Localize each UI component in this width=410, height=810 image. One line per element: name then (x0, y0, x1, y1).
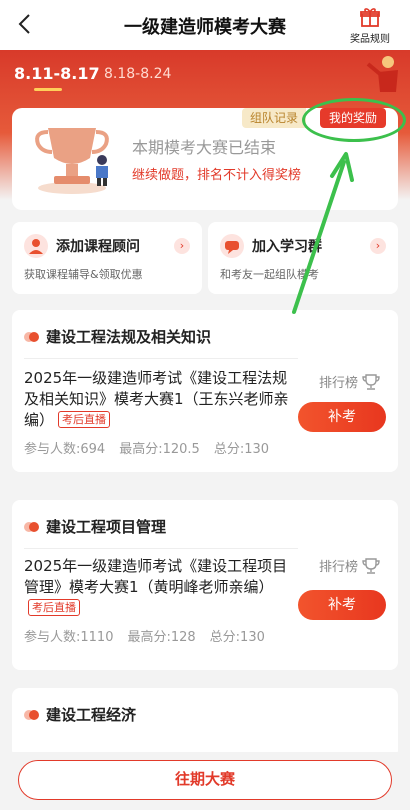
add-advisor-card[interactable]: 添加课程顾问 获取课程辅导&领取优惠 › (12, 222, 202, 294)
live-tag: 考后直播 (58, 411, 111, 428)
continue-practice-text: 继续做题，排名不计入得奖榜 (132, 168, 302, 183)
banner-figure-icon (366, 56, 398, 92)
exam-stats: 参与人数:1110 最高分:128 总分:130 (24, 626, 279, 645)
subject-card-management: 建设工程项目管理 2025年一级建造师考试《建设工程项目管理》模考大赛1（黄明峰… (12, 500, 398, 670)
chevron-right-icon: › (370, 238, 386, 254)
past-contests-button[interactable]: 往期大赛 (18, 760, 392, 800)
high-score: 最高分:120.5 (119, 442, 200, 457)
exam-title-text: 2025年一级建造师考试《建设工程项目管理》模考大赛1（黄明峰老师亲编） (24, 557, 288, 596)
tab-week-2[interactable]: 8.18-8.24 (104, 66, 171, 82)
gift-icon (360, 8, 380, 27)
participants: 参与人数:694 (24, 442, 106, 457)
live-tag: 考后直播 (28, 599, 80, 616)
participants: 参与人数:1110 (24, 630, 114, 645)
makeup-exam-button[interactable]: 补考 (298, 590, 386, 620)
subject-dot-icon (24, 708, 40, 722)
advisor-icon (24, 234, 48, 258)
prize-rules-button[interactable]: 奖品规则 (344, 6, 396, 45)
highlight-circle (302, 98, 406, 142)
leaderboard-link[interactable]: 排行榜 (319, 372, 380, 391)
exam-ended-text: 本期模考大赛已结束 (132, 138, 277, 157)
trophy-outline-icon (362, 558, 380, 574)
leaderboard-label: 排行榜 (318, 560, 358, 575)
trophy-icon (35, 128, 109, 194)
total-score: 总分:130 (209, 630, 265, 645)
divider (24, 358, 298, 359)
trophy-outline-icon (362, 374, 380, 390)
divider (24, 548, 298, 549)
total-score: 总分:130 (213, 442, 270, 457)
prize-rules-label: 奖品规则 (350, 34, 390, 45)
tab-week-1[interactable]: 8.11-8.17 (14, 64, 100, 83)
chevron-right-icon: › (174, 238, 190, 254)
active-tab-indicator (34, 88, 62, 91)
exam-title[interactable]: 2025年一级建造师考试《建设工程项目管理》模考大赛1（黄明峰老师亲编） 考后直播 (24, 556, 294, 619)
subject-card-economics: 建设工程经济 (12, 688, 398, 758)
subject-dot-icon (24, 330, 40, 344)
subject-card-law: 建设工程法规及相关知识 2025年一级建造师考试《建设工程法规及相关知识》模考大… (12, 310, 398, 472)
join-group-title: 加入学习群 (252, 239, 322, 255)
add-advisor-title: 添加课程顾问 (56, 239, 140, 255)
subject-dot-icon (24, 520, 40, 534)
subject-name: 建设工程项目管理 (46, 518, 167, 536)
subject-name: 建设工程法规及相关知识 (46, 328, 212, 346)
join-group-subtitle: 和考友一起组队模考 (220, 268, 319, 281)
exam-stats: 参与人数:694 最高分:120.5 总分:130 (24, 438, 283, 457)
subject-name: 建设工程经济 (46, 706, 137, 724)
add-advisor-subtitle: 获取课程辅导&领取优惠 (24, 268, 143, 281)
team-record-button[interactable]: 组队记录 (242, 108, 306, 128)
makeup-exam-button[interactable]: 补考 (298, 402, 386, 432)
group-chat-icon (220, 234, 244, 258)
join-group-card[interactable]: 加入学习群 和考友一起组队模考 › (208, 222, 398, 294)
leaderboard-label: 排行榜 (318, 376, 358, 391)
nav-bar: 一级建造师模考大赛 奖品规则 (0, 0, 410, 50)
exam-title[interactable]: 2025年一级建造师考试《建设工程法规及相关知识》模考大赛1（王东兴老师亲编）考… (24, 368, 294, 431)
leaderboard-link[interactable]: 排行榜 (319, 556, 380, 575)
high-score: 最高分:128 (127, 630, 196, 645)
